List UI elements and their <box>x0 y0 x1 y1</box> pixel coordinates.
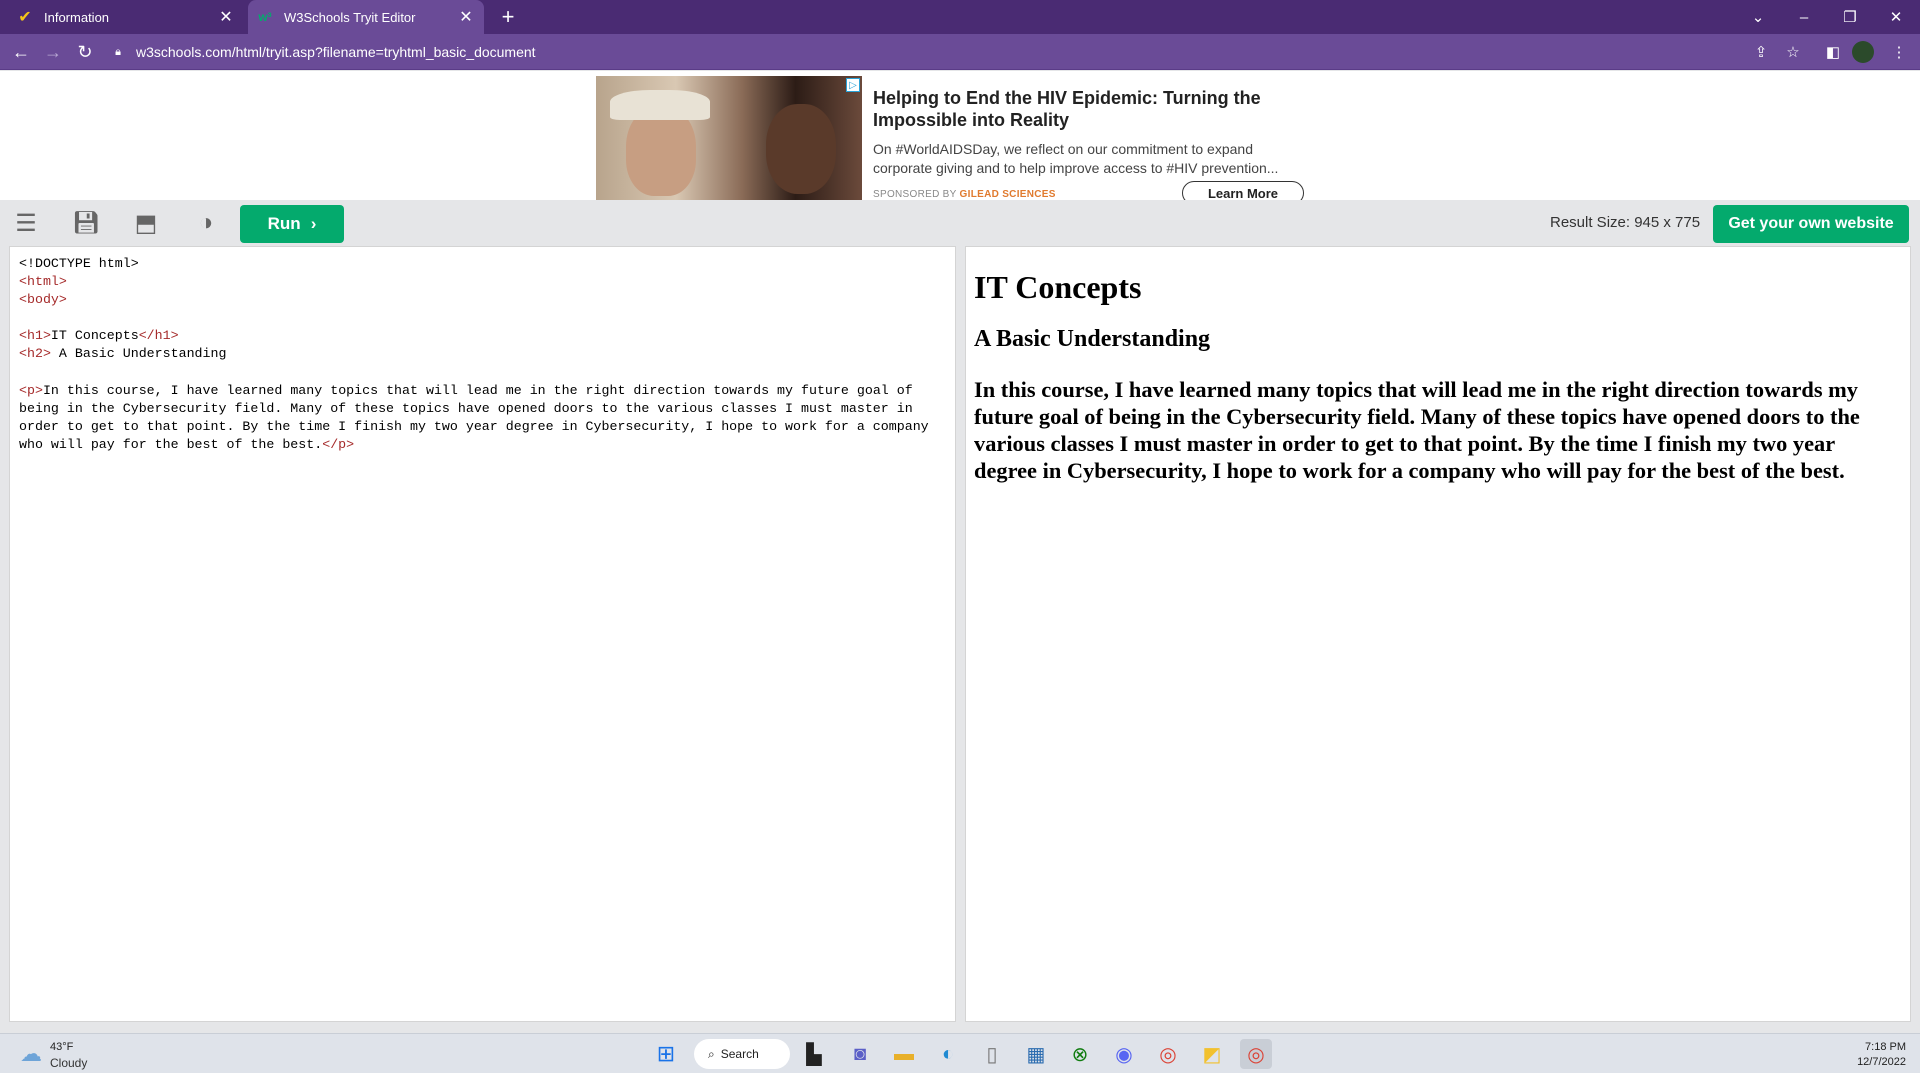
code-p-text: In this course, I have learned many topi… <box>19 382 929 452</box>
code-body-open: <body> <box>19 292 67 308</box>
result-heading-1: IT Concepts <box>974 269 1142 305</box>
close-window-icon[interactable]: ✕ <box>1882 4 1910 30</box>
ad-sponsor-line: SPONSORED BY GILEAD SCIENCES <box>873 189 1056 200</box>
cloud-icon[interactable]: ☁ <box>16 1041 46 1066</box>
taskbar: ☁ 43°F Cloudy ⊞ ⌕ Search ▙ ◙ ▬ ◐ ▯ ▦ ⊗ ◉… <box>0 1033 1920 1073</box>
result-paragraph: In this course, I have learned many topi… <box>974 377 1860 483</box>
w3schools-icon: w³ <box>258 10 272 24</box>
taskbar-search[interactable]: ⌕ Search <box>694 1039 790 1069</box>
ad-sponsor-prefix: SPONSORED BY <box>873 189 957 200</box>
ad-photo-person-2 <box>766 104 836 194</box>
ad-body-text: On #WorldAIDSDay, we reflect on our comm… <box>873 141 1279 176</box>
code-paragraph: <p>In this course, I have learned many t… <box>19 382 946 454</box>
browser-tab-strip: ✔ Information ✕ w³ W3Schools Tryit Edito… <box>0 0 1920 34</box>
hamburger-menu-icon[interactable]: ☰ <box>10 208 42 238</box>
profile-avatar[interactable] <box>1852 41 1874 63</box>
code-h2-text: A Basic Understanding <box>50 346 227 362</box>
ad-headline[interactable]: Helping to End the HIV Epidemic: Turning… <box>873 87 1273 131</box>
code-h1-open: <h1> <box>19 328 51 344</box>
minimize-icon[interactable]: – <box>1790 4 1818 30</box>
result-preview[interactable]: IT Concepts A Basic Understanding In thi… <box>965 246 1911 1022</box>
tab-search-icon[interactable]: ⌄ <box>1744 4 1772 30</box>
ad-sponsor-brand: GILEAD SCIENCES <box>959 189 1056 200</box>
clock-date[interactable]: 12/7/2022 <box>1840 1056 1906 1068</box>
code-editor[interactable]: <!DOCTYPE html> <html> <body> <h1>IT Con… <box>9 246 956 1022</box>
code-p-open: <p> <box>19 382 43 398</box>
tab-title: W3Schools Tryit Editor <box>284 9 416 25</box>
windows-start-icon[interactable]: ⊞ <box>650 1039 682 1069</box>
menu-kebab-icon[interactable]: ⋮ <box>1886 40 1912 64</box>
search-icon: ⌕ <box>708 1046 715 1061</box>
result-size-label: Result Size: 945 x 775 <box>1550 214 1701 231</box>
sticky-notes-icon[interactable]: ◩ <box>1196 1039 1228 1069</box>
weather-description[interactable]: Cloudy <box>50 1056 87 1070</box>
ad-photo-hat <box>610 90 710 120</box>
get-own-website-button[interactable]: Get your own website <box>1713 205 1909 243</box>
file-explorer-icon[interactable]: ▬ <box>888 1039 920 1069</box>
bookmark-star-icon[interactable]: ☆ <box>1780 40 1806 64</box>
url-text: w3schools.com/html/tryit.asp?filename=tr… <box>136 44 536 60</box>
chevron-right-icon: › <box>310 214 317 233</box>
code-line: <!DOCTYPE html> <box>19 255 946 273</box>
ad-banner[interactable]: ▷ Helping to End the HIV Epidemic: Turni… <box>0 71 1920 205</box>
tab-information[interactable]: ✔ Information ✕ <box>8 0 244 34</box>
code-line: <h2> A Basic Understanding <box>19 345 946 363</box>
clock-time[interactable]: 7:18 PM <box>1862 1041 1906 1053</box>
app-icon: ✔ <box>18 9 32 26</box>
run-button[interactable]: Run › <box>240 205 344 243</box>
notepad-icon[interactable]: ▯ <box>976 1039 1008 1069</box>
discord-icon[interactable]: ◉ <box>1108 1039 1140 1069</box>
restore-icon[interactable]: ❐ <box>1836 4 1864 30</box>
code-h1-text: IT Concepts <box>50 328 139 344</box>
chrome-icon[interactable]: ◎ <box>1152 1039 1184 1069</box>
run-label: Run <box>267 214 301 233</box>
close-icon[interactable]: ✕ <box>456 7 476 27</box>
taskbar-search-label: Search <box>720 1047 759 1061</box>
rotate-orientation-icon[interactable]: ⬒ <box>130 208 162 238</box>
xbox-icon[interactable]: ⊗ <box>1064 1039 1096 1069</box>
edge-browser-icon[interactable]: ◐ <box>932 1039 964 1069</box>
teams-chat-icon[interactable]: ◙ <box>844 1039 876 1069</box>
code-line: <body> <box>19 291 946 309</box>
adchoices-icon[interactable]: ▷ <box>846 78 860 92</box>
forward-icon[interactable]: → <box>40 40 66 64</box>
task-view-icon[interactable]: ▙ <box>798 1039 830 1069</box>
back-icon[interactable]: ← <box>8 40 34 64</box>
code-h1-close: </h1> <box>138 328 179 344</box>
code-doctype: <!DOCTYPE html> <box>19 256 139 271</box>
reload-icon[interactable]: ↻ <box>72 40 98 64</box>
code-p-close: </p> <box>322 436 355 452</box>
code-h2-open: <h2> <box>19 346 51 362</box>
editor-toolbar: ☰ 💾︎ ⬒ ◑ Run › Result Size: 945 x 775 Ge… <box>0 200 1920 246</box>
theme-contrast-icon[interactable]: ◑ <box>190 208 222 238</box>
new-tab-icon[interactable]: + <box>496 6 520 28</box>
lock-icon: 🔒︎ <box>115 45 121 58</box>
chrome-profile-icon[interactable]: ◎ <box>1240 1039 1272 1069</box>
ad-image[interactable] <box>596 76 862 200</box>
url-field[interactable]: 🔒︎ w3schools.com/html/tryit.asp?filename… <box>108 38 1788 66</box>
tab-title: Information <box>44 9 110 25</box>
address-bar: ← → ↻ 🔒︎ w3schools.com/html/tryit.asp?fi… <box>0 34 1920 70</box>
weather-temperature[interactable]: 43°F <box>50 1041 73 1053</box>
code-line: <html> <box>19 273 946 291</box>
share-icon[interactable]: ⇪ <box>1748 40 1774 64</box>
code-html-open: <html> <box>19 274 67 290</box>
result-heading-2: A Basic Understanding <box>974 326 1211 352</box>
save-icon[interactable]: 💾︎ <box>70 208 102 238</box>
close-icon[interactable]: ✕ <box>216 7 236 27</box>
side-panel-icon[interactable]: ◧ <box>1820 40 1846 64</box>
code-line: <h1>IT Concepts</h1> <box>19 327 946 345</box>
microsoft-store-icon[interactable]: ▦ <box>1020 1039 1052 1069</box>
tab-w3schools-tryit[interactable]: w³ W3Schools Tryit Editor ✕ <box>248 0 484 34</box>
